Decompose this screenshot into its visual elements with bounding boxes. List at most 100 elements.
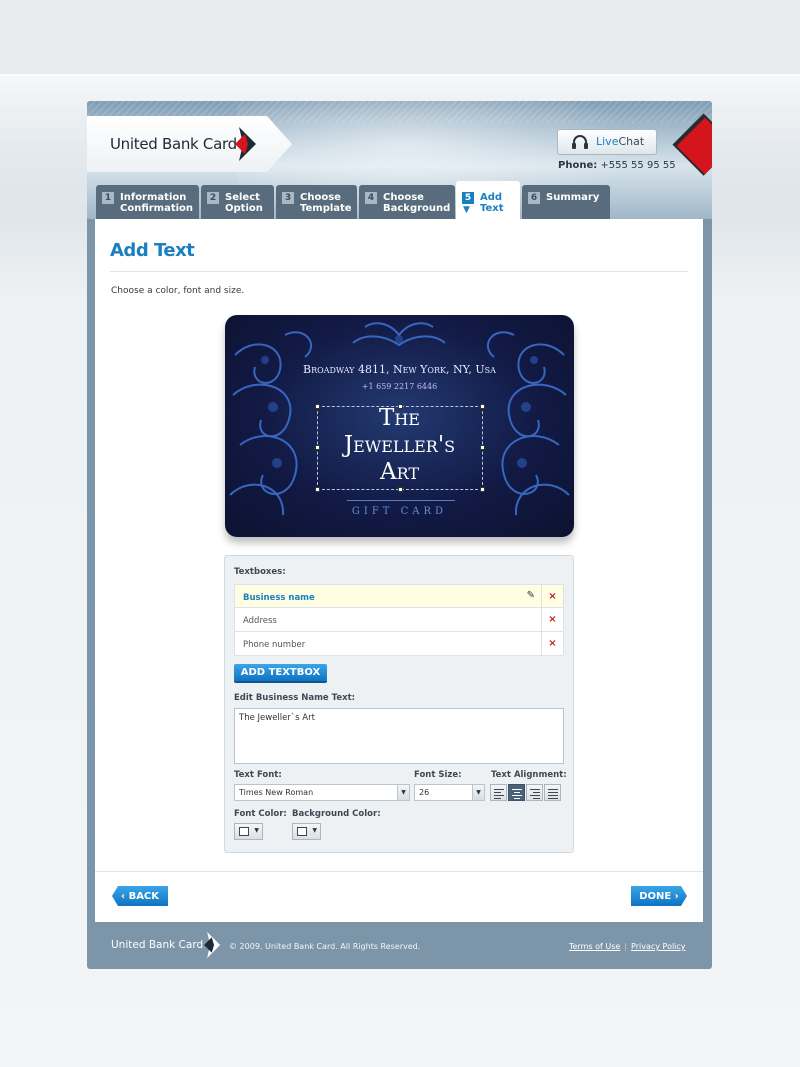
tab-select-option[interactable]: 2 Select Option bbox=[201, 185, 274, 219]
copyright-text: © 2009. United Bank Card. All Rights Res… bbox=[229, 942, 421, 951]
card-title-line3: Art bbox=[379, 459, 420, 485]
font-select[interactable]: Times New Roman ▼ bbox=[234, 784, 410, 801]
terms-link[interactable]: Terms of Use bbox=[569, 942, 620, 951]
list-item[interactable]: Phone number × bbox=[234, 632, 564, 656]
card-title-line2: Jeweller's bbox=[343, 432, 456, 458]
tab-label-line1: Choose bbox=[383, 192, 424, 203]
list-item[interactable]: Business name ✎ × bbox=[234, 584, 564, 608]
background-color-picker[interactable]: ▼ bbox=[292, 823, 321, 840]
tab-number: 5 bbox=[462, 192, 474, 204]
card-address-text[interactable]: Broadway 4811, New York, NY, Usa bbox=[225, 363, 574, 376]
tab-label-line1: Choose bbox=[300, 192, 341, 203]
tab-choose-background[interactable]: 4 Choose Background bbox=[359, 185, 455, 219]
main-panel: Add Text Choose a color, font and size. bbox=[95, 219, 703, 922]
business-name-textarea[interactable]: The Jeweller`s Art bbox=[234, 708, 564, 764]
tab-label-line2: Background bbox=[383, 203, 451, 214]
top-divider bbox=[0, 74, 800, 76]
headphones-icon bbox=[572, 135, 588, 149]
align-left-button[interactable] bbox=[490, 784, 507, 801]
brand-logo-text[interactable]: United Bank Card bbox=[110, 135, 237, 153]
resize-handle[interactable] bbox=[398, 487, 403, 492]
tab-add-text[interactable]: 5 Add Text ▼ bbox=[456, 181, 520, 219]
app-frame: United Bank Card LiveChat Phone: +555 55… bbox=[87, 101, 712, 969]
textbox-list: Business name ✎ × Address × Phone number… bbox=[234, 584, 564, 656]
textbox-name: Phone number bbox=[243, 640, 306, 650]
tab-label-line1: Summary bbox=[546, 192, 600, 203]
tab-number: 2 bbox=[207, 192, 219, 204]
card-divider bbox=[347, 500, 455, 501]
back-button[interactable]: ‹ BACK bbox=[112, 886, 168, 906]
delete-icon[interactable]: × bbox=[541, 585, 563, 608]
align-center-button[interactable] bbox=[508, 784, 525, 801]
footer-divider bbox=[95, 871, 703, 872]
tab-choose-template[interactable]: 3 Choose Template bbox=[276, 185, 357, 219]
chevron-down-icon: ▼ bbox=[397, 785, 409, 800]
chevron-down-icon: ▼ bbox=[312, 827, 317, 834]
font-label: Text Font: bbox=[234, 770, 282, 780]
gift-card-preview[interactable]: Broadway 4811, New York, NY, Usa +1 659 … bbox=[225, 315, 574, 537]
livechat-live-text: Live bbox=[596, 135, 619, 148]
card-business-name[interactable]: The Jeweller's Art bbox=[225, 405, 574, 486]
color-swatch bbox=[239, 827, 249, 836]
font-size-value: 26 bbox=[419, 788, 430, 797]
list-item[interactable]: Address × bbox=[234, 608, 564, 632]
tab-label-line1: Information bbox=[120, 192, 187, 203]
card-title-line1: The bbox=[379, 405, 420, 431]
livechat-chat-text: Chat bbox=[618, 135, 645, 148]
textbox-name: Address bbox=[243, 616, 277, 626]
footer-links: Terms of Use | Privacy Policy bbox=[569, 942, 686, 951]
text-alignment-label: Text Alignment: bbox=[491, 770, 567, 780]
tab-information-confirmation[interactable]: 1 Information Confirmation bbox=[96, 185, 199, 219]
done-button[interactable]: DONE › bbox=[631, 886, 687, 906]
delete-icon[interactable]: × bbox=[541, 608, 563, 631]
textbox-name: Business name bbox=[243, 593, 315, 603]
align-justify-button[interactable] bbox=[544, 784, 561, 801]
add-textbox-button[interactable]: ADD TEXTBOX bbox=[234, 664, 327, 681]
tab-label-line1: Select bbox=[225, 192, 260, 203]
tab-label-line2: Template bbox=[300, 203, 352, 214]
tab-number: 6 bbox=[528, 192, 540, 204]
font-size-select[interactable]: 26 ▼ bbox=[414, 784, 485, 801]
footer-brand-text: United Bank Card bbox=[111, 939, 204, 951]
tab-label-line2: Text bbox=[480, 203, 504, 214]
chevron-down-icon: ▼ bbox=[472, 785, 484, 800]
align-right-button[interactable] bbox=[526, 784, 543, 801]
tab-number: 1 bbox=[102, 192, 114, 204]
tab-summary[interactable]: 6 Summary bbox=[522, 185, 610, 219]
tab-label-line2: Option bbox=[225, 203, 263, 214]
footer: United Bank Card © 2009. United Bank Car… bbox=[87, 929, 712, 969]
font-color-picker[interactable]: ▼ bbox=[234, 823, 263, 840]
card-gift-label: GIFT CARD bbox=[351, 506, 448, 517]
chevron-down-icon: ▼ bbox=[254, 827, 259, 834]
textboxes-label: Textboxes: bbox=[234, 567, 286, 577]
page-title: Add Text bbox=[110, 240, 195, 261]
tab-label-line1: Add bbox=[480, 192, 503, 203]
phone-number: +555 55 95 55 bbox=[600, 160, 676, 171]
pencil-icon[interactable]: ✎ bbox=[527, 590, 535, 601]
instruction-text: Choose a color, font and size. bbox=[111, 286, 245, 296]
color-swatch bbox=[297, 827, 307, 836]
font-size-label: Font Size: bbox=[414, 770, 462, 780]
brand-logo-icon bbox=[235, 127, 256, 161]
font-select-value: Times New Roman bbox=[239, 788, 314, 797]
phone-label: Phone: bbox=[558, 160, 598, 171]
header: United Bank Card LiveChat Phone: +555 55… bbox=[87, 101, 712, 219]
privacy-link[interactable]: Privacy Policy bbox=[631, 942, 686, 951]
resize-handle[interactable] bbox=[315, 487, 320, 492]
edit-text-label: Edit Business Name Text: bbox=[234, 693, 356, 703]
tab-label-line2: Confirmation bbox=[120, 203, 194, 214]
footer-logo-icon bbox=[204, 932, 221, 958]
card-phone-text[interactable]: +1 659 2217 6446 bbox=[225, 382, 574, 391]
background-color-label: Background Color: bbox=[292, 809, 381, 819]
tab-number: 4 bbox=[365, 192, 377, 204]
delete-icon[interactable]: × bbox=[541, 632, 563, 655]
livechat-button[interactable]: LiveChat bbox=[557, 129, 657, 155]
tab-number: 3 bbox=[282, 192, 294, 204]
resize-handle[interactable] bbox=[480, 487, 485, 492]
link-separator: | bbox=[624, 942, 628, 951]
text-editor-panel: Textboxes: Business name ✎ × Address × P… bbox=[224, 555, 574, 853]
title-divider bbox=[110, 271, 688, 272]
phone-info: Phone: +555 55 95 55 bbox=[558, 160, 676, 171]
font-color-label: Font Color: bbox=[234, 809, 287, 819]
brand-accent-shape bbox=[676, 117, 712, 175]
